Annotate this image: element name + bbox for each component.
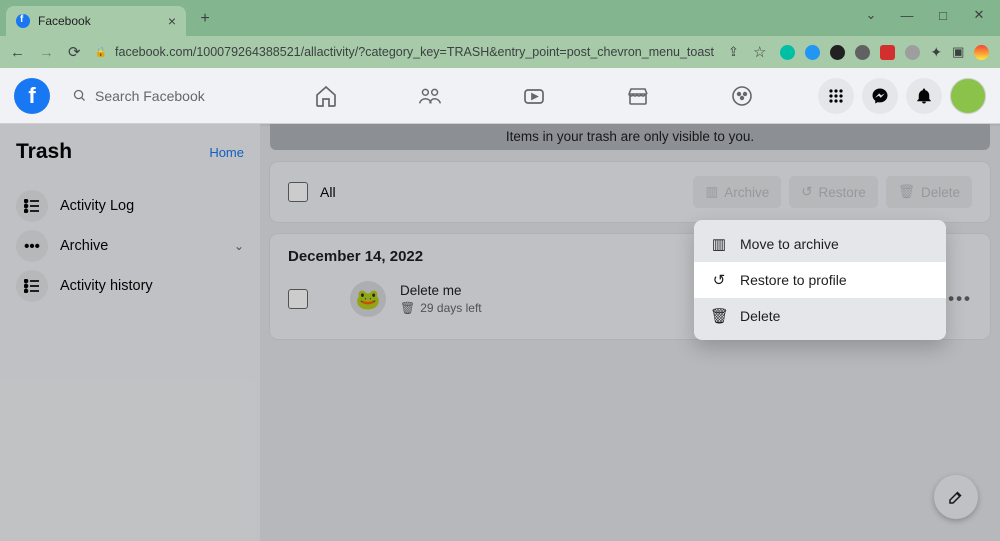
restore-icon: ↺: [710, 271, 728, 289]
maximize-icon[interactable]: □: [936, 8, 950, 22]
facebook-logo-icon[interactable]: f: [14, 78, 50, 114]
extension-icon[interactable]: [780, 45, 795, 60]
browser-address-bar: ← → ⟳ 🔒 facebook.com/100079264388521/all…: [0, 36, 1000, 68]
trash-banner: Items in your trash are only visible to …: [270, 124, 990, 150]
select-all-label: All: [320, 184, 336, 200]
reading-list-icon[interactable]: ▣: [952, 44, 964, 60]
extension-icon[interactable]: [830, 45, 845, 60]
friends-icon[interactable]: [418, 84, 442, 108]
chevron-down-icon: ⌄: [234, 239, 244, 253]
ellipsis-icon: •••: [16, 230, 48, 262]
profile-avatar-icon[interactable]: [974, 45, 989, 60]
extension-icon[interactable]: [905, 45, 920, 60]
page-title: Trash: [16, 140, 72, 164]
search-input[interactable]: Search Facebook: [60, 78, 250, 114]
restore-icon: ↺: [801, 184, 812, 200]
url-field[interactable]: 🔒 facebook.com/100079264388521/allactivi…: [95, 45, 714, 59]
sidebar-item-archive[interactable]: ••• Archive ⌄: [10, 226, 250, 266]
messenger-icon[interactable]: [862, 78, 898, 114]
list-icon: [16, 190, 48, 222]
item-more-button[interactable]: •••: [948, 289, 972, 309]
search-placeholder: Search Facebook: [95, 88, 205, 104]
extension-icon[interactable]: [805, 45, 820, 60]
menu-delete[interactable]: 🗑 Delete: [694, 298, 946, 334]
item-checkbox[interactable]: [288, 289, 308, 309]
window-titlebar: Facebook × + ⌄ — □ ✕: [0, 0, 1000, 36]
marketplace-icon[interactable]: [626, 84, 650, 108]
trash-countdown-icon: 🗑: [400, 301, 415, 315]
select-all-checkbox[interactable]: [288, 182, 308, 202]
compose-fab[interactable]: [934, 475, 978, 519]
archive-button[interactable]: ▥ Archive: [693, 176, 781, 208]
new-tab-button[interactable]: +: [196, 10, 214, 28]
window-controls: ⌄ — □ ✕: [864, 0, 1000, 22]
post-avatar-icon: 🐸: [350, 281, 386, 317]
sidebar: Trash Home Activity Log ••• Archive ⌄ Ac…: [0, 124, 260, 541]
back-button[interactable]: ←: [10, 44, 25, 61]
menu-grid-icon[interactable]: [818, 78, 854, 114]
trash-icon: 🗑: [710, 307, 728, 325]
notifications-icon[interactable]: [906, 78, 942, 114]
item-context-menu: ▥ Move to archive ↺ Restore to profile 🗑…: [694, 220, 946, 340]
restore-button[interactable]: ↺ Restore: [789, 176, 878, 208]
extensions-puzzle-icon[interactable]: ✦: [930, 44, 942, 61]
bookmark-star-icon[interactable]: ☆: [753, 43, 766, 61]
chevron-down-icon[interactable]: ⌄: [864, 8, 878, 22]
sidebar-item-label: Activity history: [60, 278, 153, 294]
fb-header: f Search Facebook: [0, 68, 1000, 124]
menu-restore-to-profile[interactable]: ↺ Restore to profile: [694, 262, 946, 298]
account-avatar[interactable]: [950, 78, 986, 114]
archive-icon: ▥: [705, 184, 718, 200]
lock-icon: 🔒: [95, 47, 107, 58]
facebook-favicon-icon: [16, 14, 30, 28]
tab-title: Facebook: [38, 14, 160, 28]
home-link[interactable]: Home: [209, 145, 244, 160]
main-content: Items in your trash are only visible to …: [260, 124, 1000, 541]
extension-icon[interactable]: [880, 45, 895, 60]
groups-icon[interactable]: [730, 84, 754, 108]
search-icon: [72, 88, 87, 103]
extension-icon[interactable]: [855, 45, 870, 60]
url-text: facebook.com/100079264388521/allactivity…: [115, 45, 714, 59]
list-icon: [16, 270, 48, 302]
select-all-card: All ▥ Archive ↺ Restore 🗑 Delete: [270, 162, 990, 222]
browser-tab[interactable]: Facebook ×: [6, 6, 186, 36]
trash-icon: 🗑: [898, 184, 915, 200]
close-window-icon[interactable]: ✕: [972, 8, 986, 22]
extension-icons: ✦ ▣ ⋮: [780, 44, 1000, 61]
share-icon[interactable]: ⇪: [728, 44, 739, 60]
watch-icon[interactable]: [522, 84, 546, 108]
center-nav: [250, 84, 818, 108]
home-icon[interactable]: [314, 84, 338, 108]
forward-button[interactable]: →: [39, 44, 54, 61]
sidebar-item-activity-log[interactable]: Activity Log: [10, 186, 250, 226]
post-title: Delete me: [400, 283, 482, 298]
sidebar-item-label: Archive: [60, 238, 108, 254]
minimize-icon[interactable]: —: [900, 8, 914, 22]
post-days-left: 29 days left: [420, 301, 481, 315]
reload-button[interactable]: ⟳: [68, 43, 81, 61]
menu-move-to-archive[interactable]: ▥ Move to archive: [694, 226, 946, 262]
sidebar-item-activity-history[interactable]: Activity history: [10, 266, 250, 306]
delete-button[interactable]: 🗑 Delete: [886, 176, 972, 208]
header-right-controls: [818, 78, 986, 114]
close-tab-icon[interactable]: ×: [168, 13, 176, 29]
sidebar-item-label: Activity Log: [60, 198, 134, 214]
archive-icon: ▥: [710, 235, 728, 253]
